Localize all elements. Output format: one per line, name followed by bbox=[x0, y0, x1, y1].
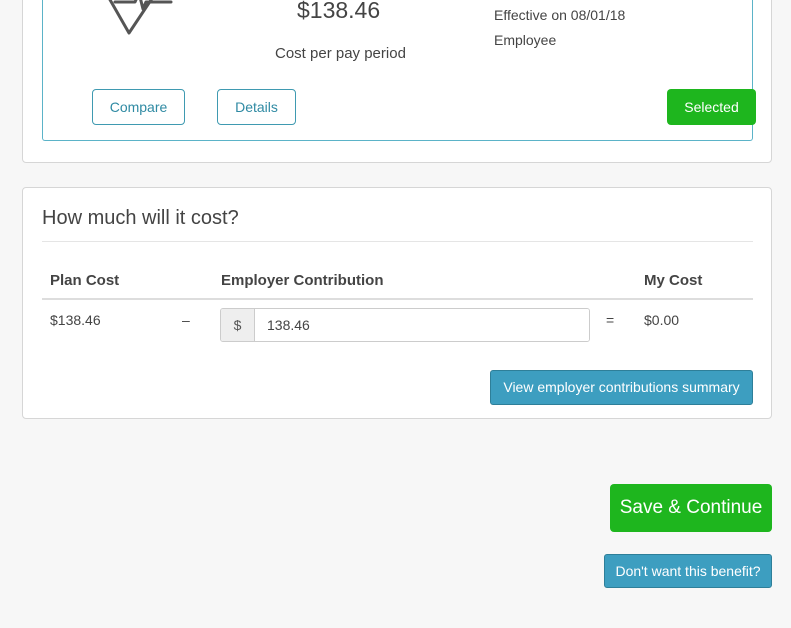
plan-section-card: $138.46 Cost per pay period Effective on… bbox=[22, 0, 772, 163]
decline-benefit-button[interactable]: Don't want this benefit? bbox=[604, 554, 772, 588]
effective-date: Effective on 08/01/18 bbox=[494, 7, 626, 23]
equals-sign: = bbox=[606, 312, 615, 328]
cost-card: How much will it cost? Plan Cost Employe… bbox=[22, 187, 772, 419]
plan-price: $138.46 bbox=[297, 0, 381, 23]
my-cost-header: My Cost bbox=[644, 272, 703, 289]
divider bbox=[42, 241, 753, 242]
my-cost-value: $0.00 bbox=[644, 312, 680, 328]
plan-cost-value: $138.46 bbox=[50, 312, 101, 328]
currency-addon: $ bbox=[221, 309, 255, 341]
selected-plan-card: $138.46 Cost per pay period Effective on… bbox=[42, 0, 756, 141]
compare-button[interactable]: Compare bbox=[92, 89, 185, 125]
coverage-level: Employee bbox=[494, 32, 557, 48]
heart-rate-icon bbox=[108, 0, 173, 35]
minus-sign: – bbox=[182, 312, 190, 328]
details-button[interactable]: Details bbox=[217, 89, 296, 125]
plan-cost-header: Plan Cost bbox=[50, 272, 120, 289]
view-contributions-summary-button[interactable]: View employer contributions summary bbox=[490, 370, 753, 405]
employer-contribution-header: Employer Contribution bbox=[221, 272, 384, 289]
selected-button[interactable]: Selected bbox=[667, 89, 756, 125]
cost-per-period-label: Cost per pay period bbox=[275, 45, 406, 62]
save-continue-button[interactable]: Save & Continue bbox=[610, 484, 772, 532]
header-divider bbox=[42, 298, 753, 300]
employer-contribution-input[interactable] bbox=[255, 309, 589, 341]
employer-contribution-field: $ bbox=[220, 308, 590, 342]
cost-title: How much will it cost? bbox=[42, 207, 239, 229]
